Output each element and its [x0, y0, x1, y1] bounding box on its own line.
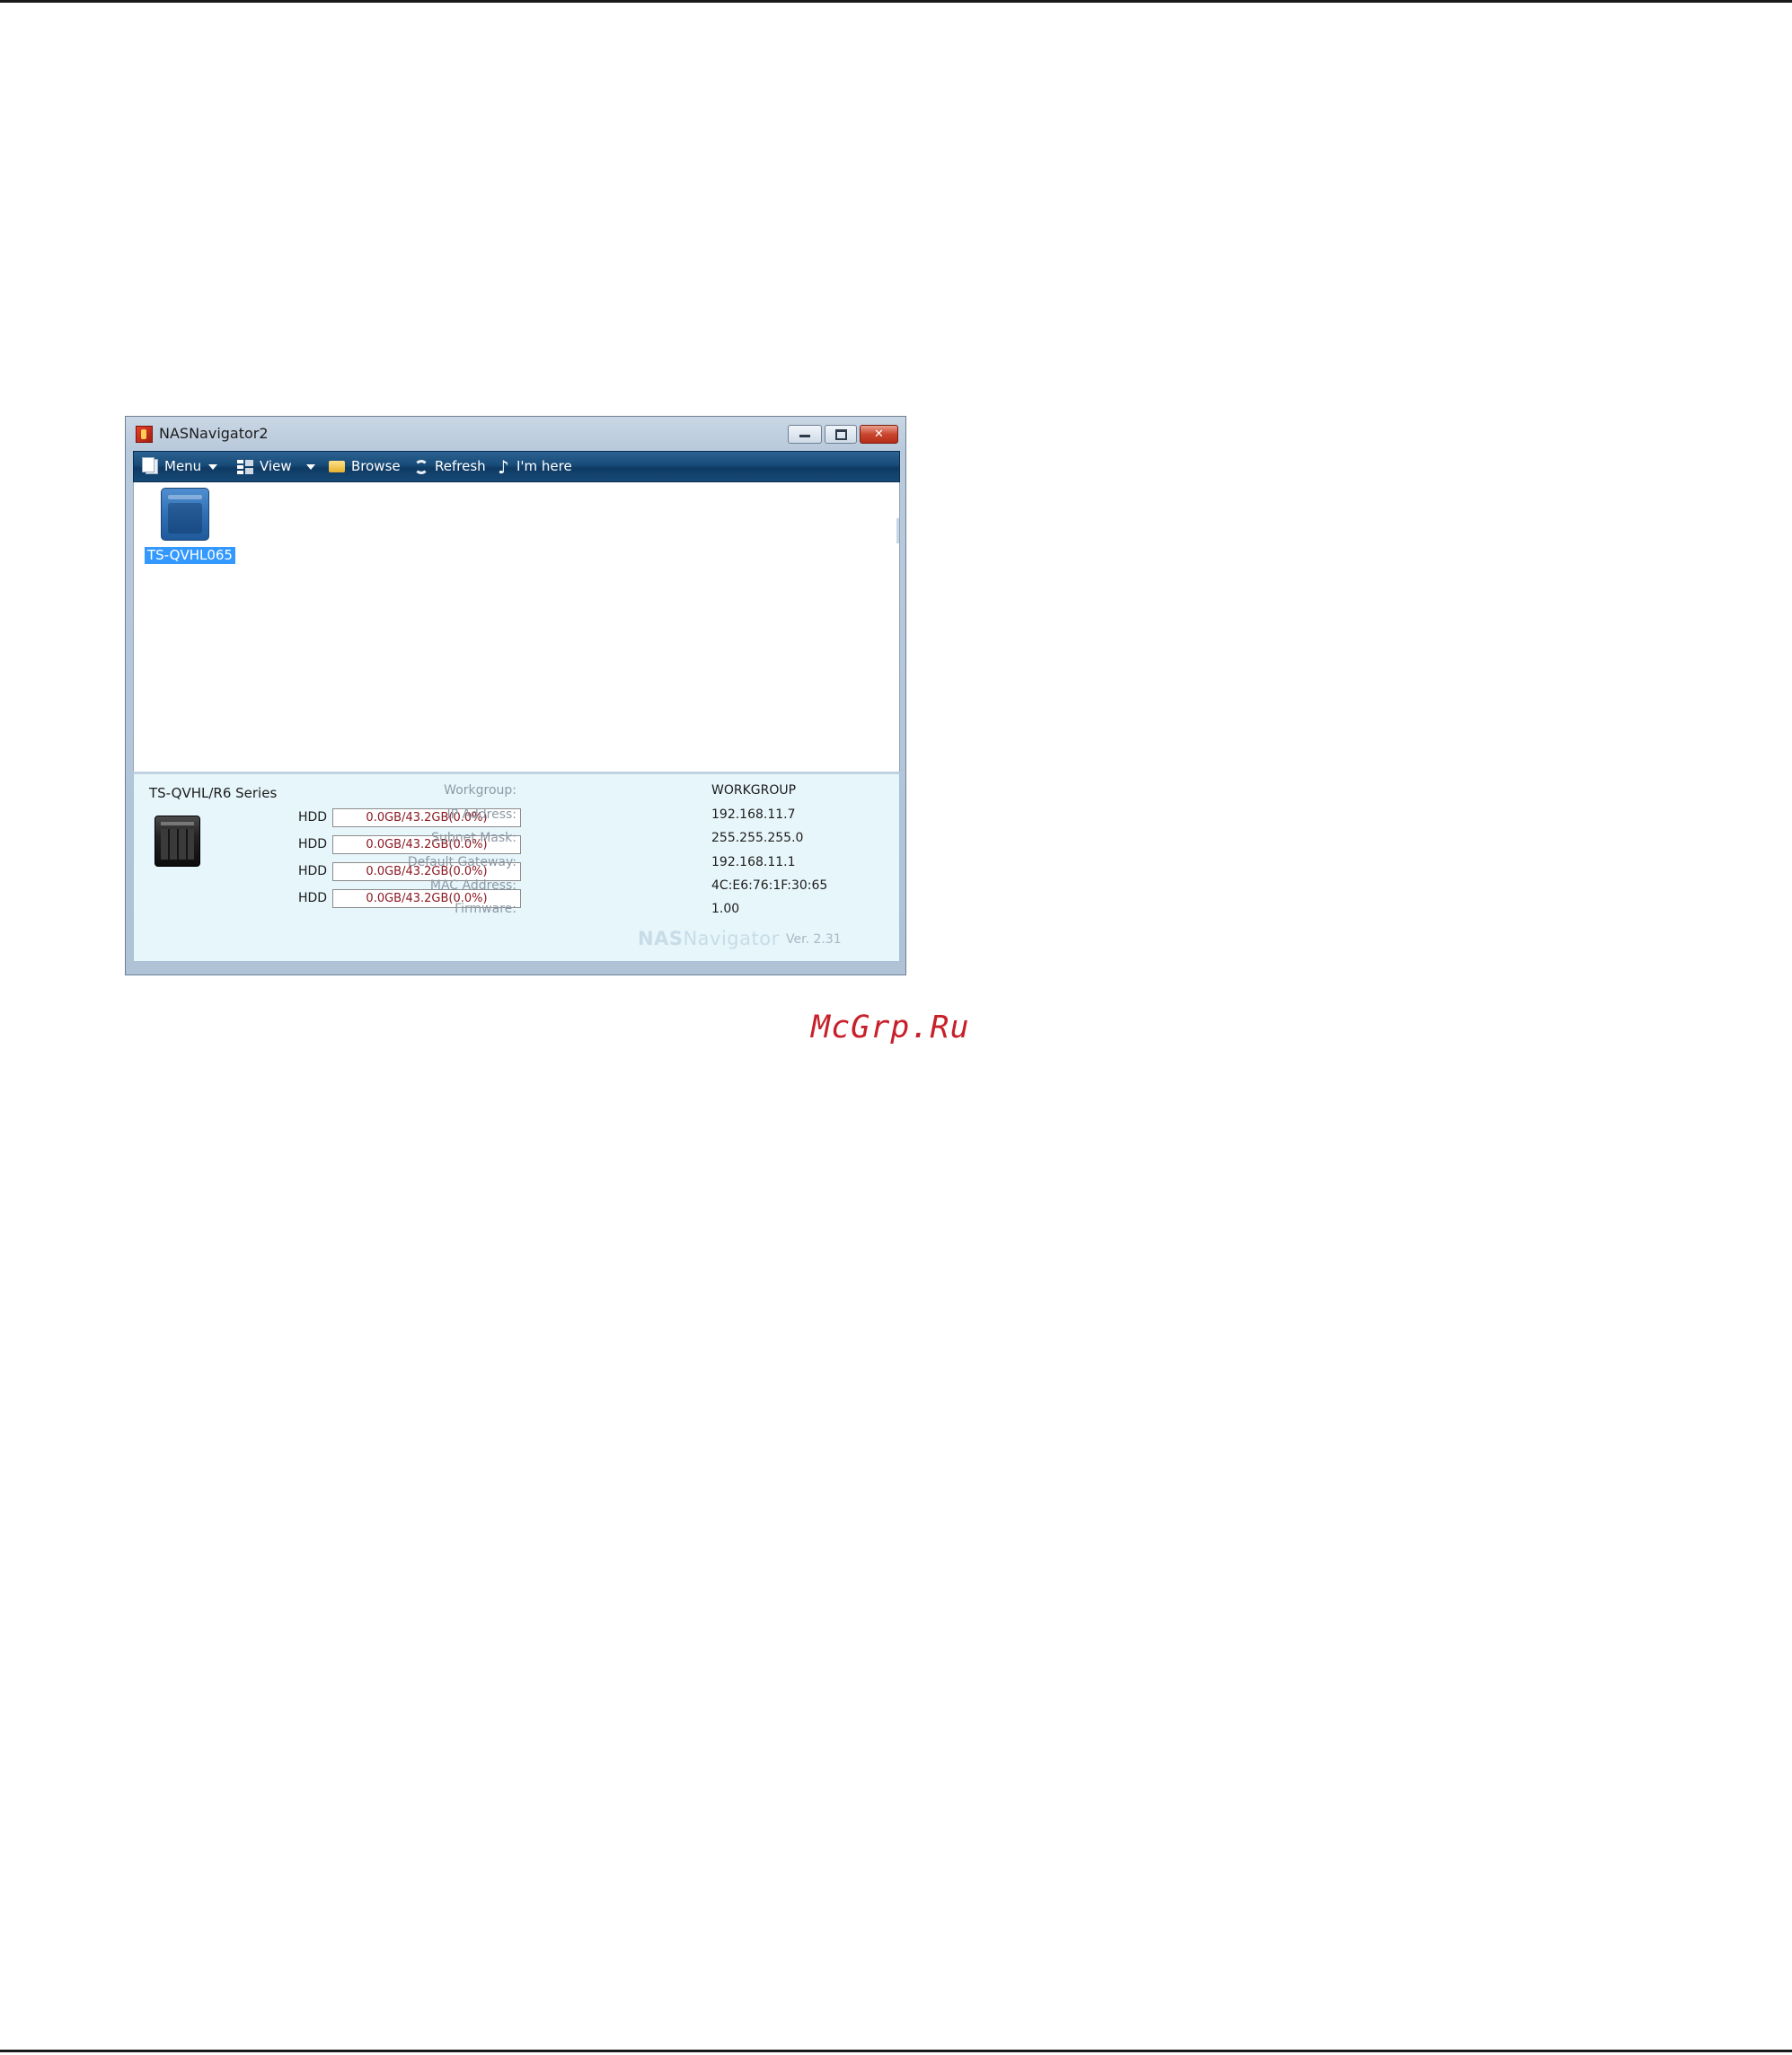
firmware-key: Firmware:	[455, 902, 516, 916]
firmware-row: Firmware: 1.00	[134, 899, 896, 919]
workgroup-key: Workgroup:	[444, 783, 516, 798]
minimize-icon	[799, 435, 810, 437]
menu-label: Menu	[164, 458, 202, 474]
default-gateway-value: 192.168.11.1	[711, 855, 796, 869]
view-icon	[237, 459, 253, 474]
device-list: TS-QVHL065	[133, 482, 900, 772]
music-note-icon: ♪	[498, 455, 509, 478]
default-gateway-key: Default Gateway:	[407, 855, 516, 869]
logo-thin: Navigator	[683, 928, 780, 949]
app-icon	[136, 426, 153, 443]
chevron-down-icon	[208, 463, 218, 470]
title-bar[interactable]: NASNavigator2 ✕	[126, 417, 905, 451]
menu-button[interactable]: Menu	[142, 452, 218, 481]
ip-address-row: IP Address: 192.168.11.7	[134, 805, 896, 825]
logo-bold: NAS	[638, 928, 684, 949]
device-info-panel: TS-QVHL/R6 Series HDD 0.0GB/43.2GB(0.0%)…	[133, 772, 900, 962]
subnet-mask-row: Subnet Mask: 255.255.255.0	[134, 828, 896, 848]
workgroup-value: WORKGROUP	[711, 783, 797, 798]
view-button[interactable]: View	[237, 452, 315, 481]
chevron-down-icon	[305, 463, 315, 470]
browse-button[interactable]: Browse	[329, 452, 401, 481]
close-icon: ✕	[874, 428, 884, 441]
workgroup-row: Workgroup: WORKGROUP	[134, 781, 896, 800]
refresh-icon	[414, 459, 428, 474]
minimize-button[interactable]	[788, 425, 822, 444]
toolbar: Menu View Browse Refresh ♪ I'm here	[133, 451, 900, 482]
folder-icon	[329, 461, 345, 472]
ip-address-value: 192.168.11.7	[711, 807, 796, 822]
im-here-label: I'm here	[516, 458, 572, 474]
subnet-mask-key: Subnet Mask:	[431, 831, 516, 845]
menu-icon	[142, 457, 158, 474]
maximize-button[interactable]	[825, 425, 857, 444]
view-label: View	[260, 458, 292, 474]
bottom-rule	[0, 2050, 1792, 2052]
device-name-label[interactable]: TS-QVHL065	[145, 547, 235, 564]
refresh-button[interactable]: Refresh	[414, 452, 486, 481]
default-gateway-row: Default Gateway: 192.168.11.1	[134, 852, 896, 872]
ip-address-key: IP Address:	[446, 807, 517, 822]
mac-address-value: 4C:E6:76:1F:30:65	[711, 878, 828, 893]
refresh-label: Refresh	[435, 458, 486, 474]
window-title: NASNavigator2	[159, 425, 269, 442]
nasnavigator-window: NASNavigator2 ✕ Menu View Browse Refresh…	[125, 416, 906, 975]
version-label: Ver. 2.31	[786, 932, 842, 947]
close-button[interactable]: ✕	[860, 425, 898, 444]
nasnavigator-logo: NASNavigator	[638, 928, 780, 949]
firmware-value: 1.00	[711, 902, 740, 916]
top-rule	[0, 0, 1792, 3]
browse-label: Browse	[351, 458, 401, 474]
mac-address-row: MAC Address: 4C:E6:76:1F:30:65	[134, 876, 896, 895]
subnet-mask-value: 255.255.255.0	[711, 831, 804, 845]
nas-device-icon[interactable]	[161, 488, 209, 541]
scrollbar-edge[interactable]	[896, 518, 899, 543]
maximize-icon	[834, 429, 847, 440]
watermark: McGrp.Ru	[811, 1010, 970, 1045]
im-here-button[interactable]: ♪ I'm here	[498, 452, 572, 481]
mac-address-key: MAC Address:	[429, 878, 516, 893]
